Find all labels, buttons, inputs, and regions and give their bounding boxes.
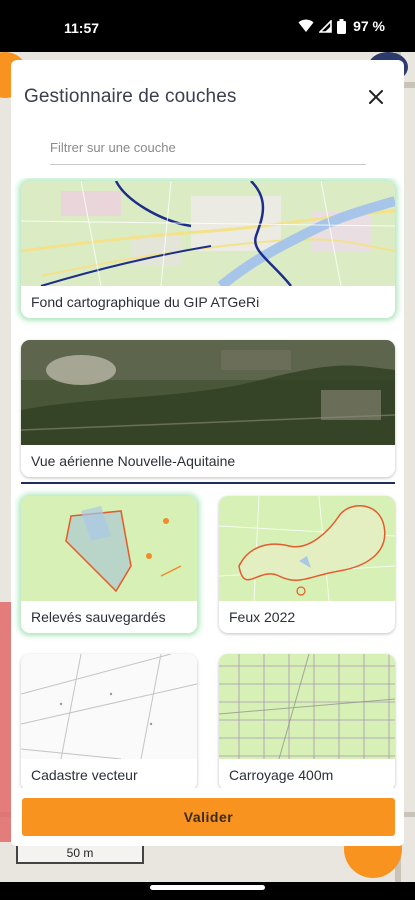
layer-filter-input[interactable] (50, 134, 366, 165)
status-bar: 11:57 97 % (0, 0, 415, 52)
layer-label: Relevés sauvegardés (31, 609, 166, 625)
layer-card-cadastre[interactable]: Cadastre vecteur (21, 654, 197, 788)
layer-label: Cadastre vecteur (31, 767, 138, 783)
layer-manager-dialog: Gestionnaire de couches Fond carto (11, 60, 404, 846)
layer-card-saved-surveys[interactable]: Relevés sauvegardés (21, 496, 197, 633)
validate-button[interactable]: Valider (22, 798, 395, 836)
system-nav-bar (0, 882, 415, 900)
dialog-title: Gestionnaire de couches (24, 86, 237, 107)
fires-thumbnail (219, 496, 395, 601)
layer-card-base-map[interactable]: Fond cartographique du GIP ATGeRi (21, 181, 395, 318)
layer-label: Carroyage 400m (229, 767, 334, 783)
layer-card-aerial[interactable]: Vue aérienne Nouvelle-Aquitaine (21, 340, 395, 477)
cadastre-thumbnail (21, 654, 197, 759)
wifi-icon (298, 19, 314, 32)
layer-list[interactable]: Fond cartographique du GIP ATGeRi Vue aé… (11, 178, 404, 788)
street-map-thumbnail (21, 181, 395, 286)
section-separator (21, 482, 395, 484)
layer-card-grid-400m[interactable]: Carroyage 400m (219, 654, 395, 788)
dialog-footer: Valider (11, 788, 404, 846)
home-gesture-handle[interactable] (150, 885, 265, 890)
battery-percent: 97 % (353, 18, 385, 34)
status-icons: 97 % (298, 18, 385, 34)
signal-icon (319, 19, 332, 33)
layer-card-fires-2022[interactable]: Feux 2022 (219, 496, 395, 633)
grid-thumbnail (219, 654, 395, 759)
layer-label: Feux 2022 (229, 609, 296, 625)
saved-surveys-thumbnail (21, 496, 197, 601)
layer-label: Vue aérienne Nouvelle-Aquitaine (31, 453, 236, 469)
close-icon[interactable] (365, 86, 387, 108)
status-time: 11:57 (64, 20, 100, 36)
aerial-thumbnail (21, 340, 395, 445)
battery-icon (337, 18, 347, 34)
layer-label: Fond cartographique du GIP ATGeRi (31, 294, 260, 310)
